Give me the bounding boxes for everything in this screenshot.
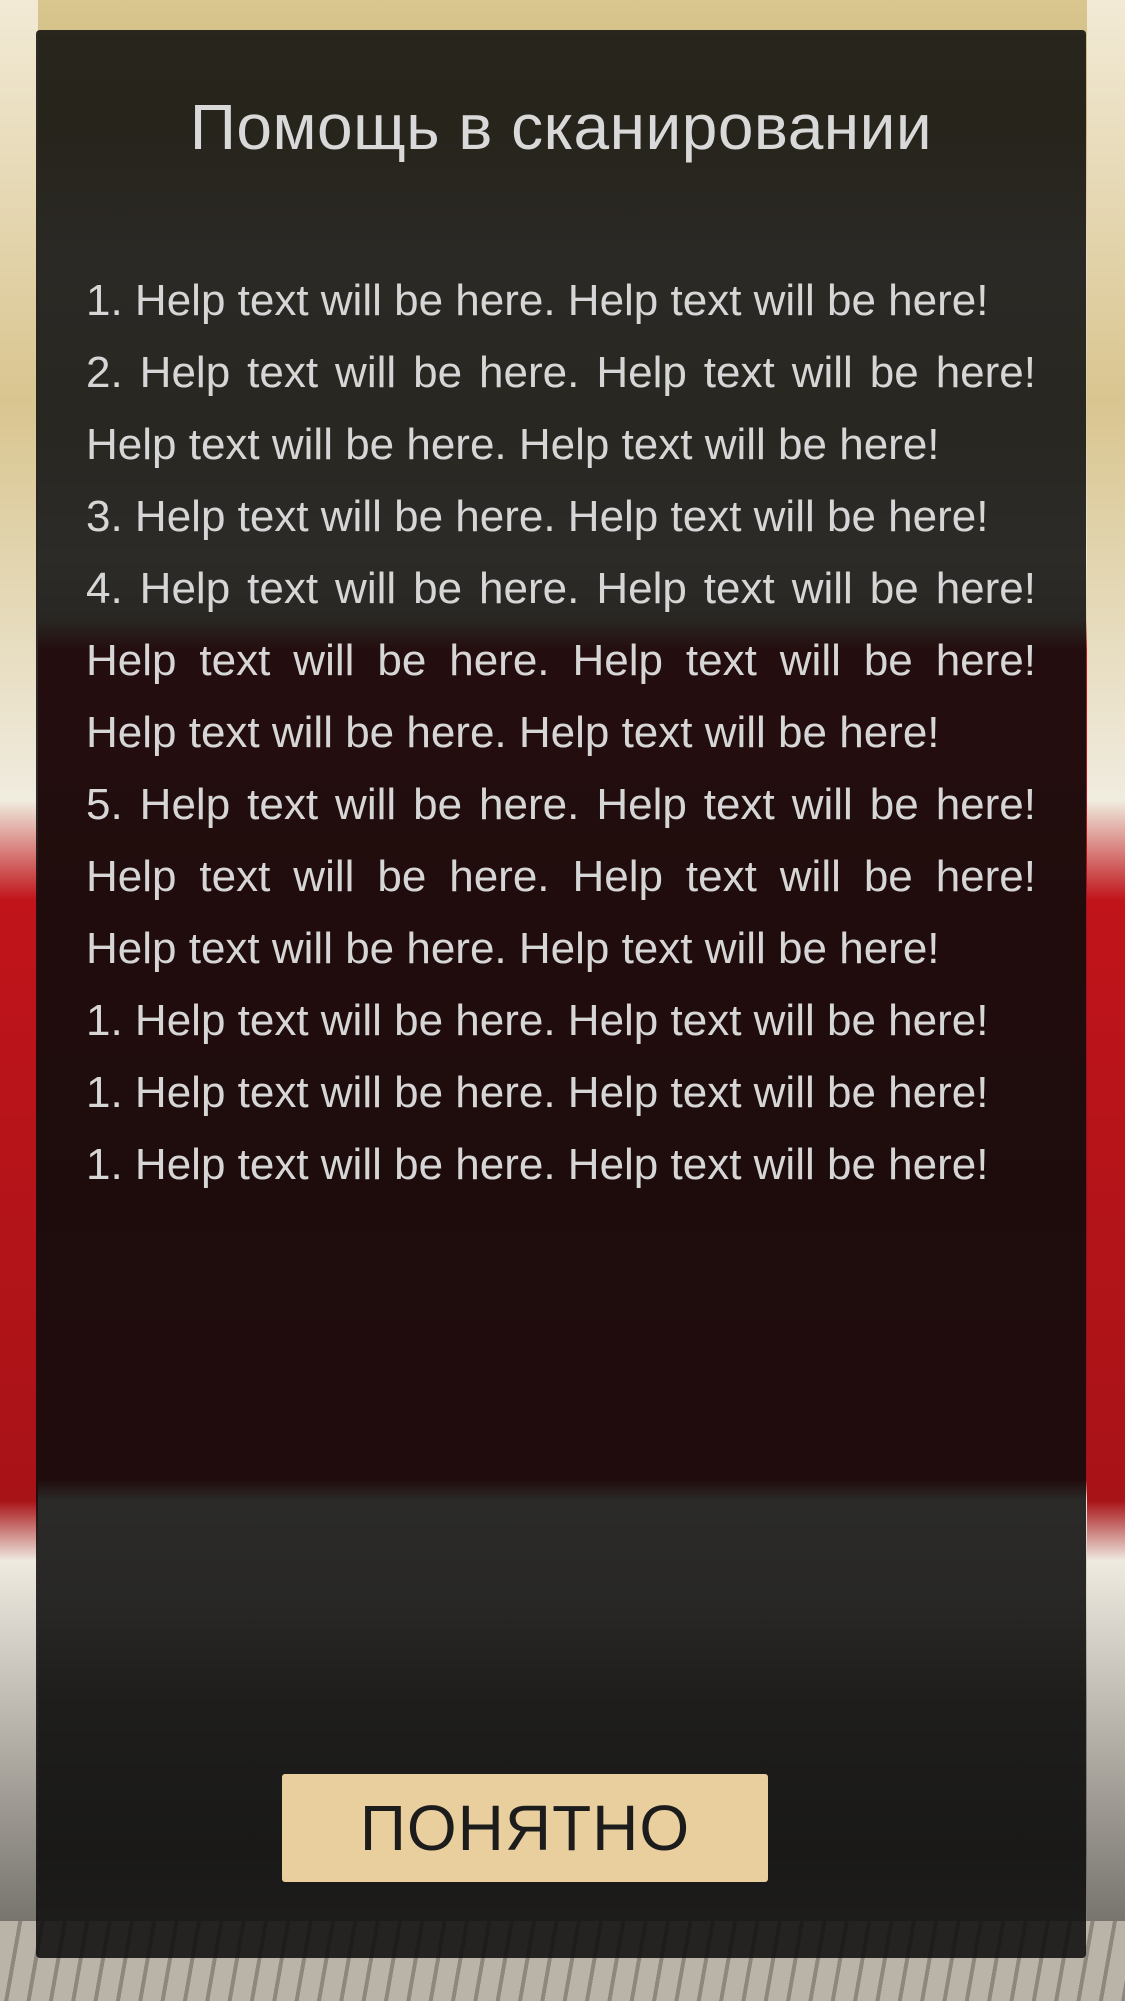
help-item: 3. Help text will be here. Help text wil… (86, 492, 989, 541)
background-column-left (0, 0, 38, 2001)
understood-button[interactable]: ПОНЯТНО (282, 1774, 768, 1882)
background-column-right (1087, 0, 1125, 2001)
help-text-list: 1. Help text will be here. Help text wil… (86, 265, 1036, 1201)
help-item: 1. Help text will be here. Help text wil… (86, 276, 989, 325)
help-item: 1. Help text will be here. Help text wil… (86, 1140, 989, 1189)
help-item: 2. Help text will be here. Help text wil… (86, 348, 1036, 469)
help-item: 4. Help text will be here. Help text wil… (86, 564, 1036, 757)
scan-help-dialog: Помощь в сканировании 1. Help text will … (36, 30, 1086, 1958)
help-item: 1. Help text will be here. Help text wil… (86, 996, 989, 1045)
help-item: 1. Help text will be here. Help text wil… (86, 1068, 989, 1117)
help-item: 5. Help text will be here. Help text wil… (86, 780, 1036, 973)
dialog-title: Помощь в сканировании (189, 91, 933, 163)
